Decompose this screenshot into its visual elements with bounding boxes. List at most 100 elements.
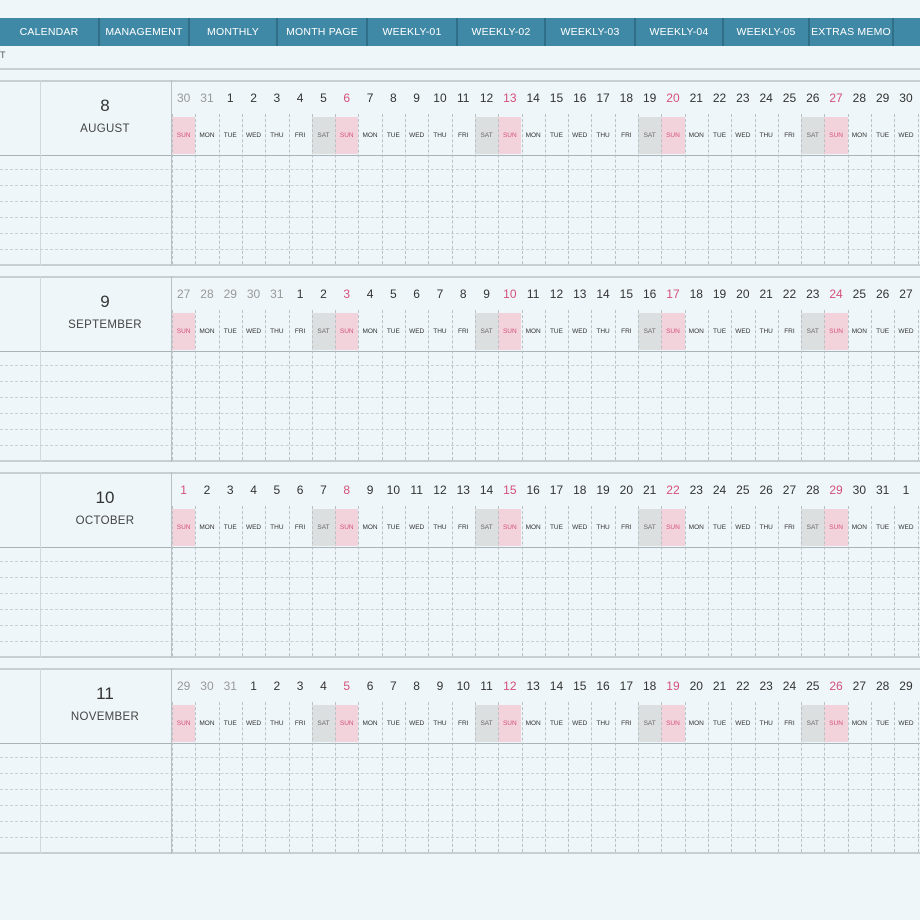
day-column[interactable]: 17 THU	[591, 80, 614, 266]
day-column[interactable]: 31 THU	[265, 276, 288, 462]
day-column[interactable]: 13 WED	[568, 276, 591, 462]
day-column[interactable]: 15 TUE	[544, 80, 568, 266]
day-column[interactable]: 15 WED	[568, 668, 591, 854]
day-column[interactable]: 9 WED	[405, 80, 428, 266]
day-column[interactable]: 26 SAT	[801, 80, 825, 266]
day-column[interactable]: 5 SUN	[335, 668, 359, 854]
day-column[interactable]: 9 MON	[358, 472, 381, 658]
tab-month-page[interactable]: MONTH PAGE	[278, 18, 368, 46]
day-column[interactable]: 13 FRI	[451, 472, 475, 658]
day-column[interactable]: 4 SAT	[311, 668, 336, 854]
day-column[interactable]: 28 MON	[847, 80, 871, 266]
day-column[interactable]: 27 FRI	[777, 472, 801, 658]
day-column[interactable]: 18 WED	[568, 472, 591, 658]
day-column[interactable]: 30 WED	[894, 80, 917, 266]
day-column[interactable]: 29 SUN	[824, 472, 848, 658]
day-column[interactable]: 24 THU	[754, 80, 778, 266]
day-column[interactable]: 10 FRI	[451, 668, 475, 854]
day-column[interactable]: 22 WED	[731, 668, 754, 854]
day-column[interactable]: 2 THU	[265, 668, 288, 854]
day-column[interactable]: 19 SAT	[638, 80, 662, 266]
day-column[interactable]: 3 SUN	[335, 276, 359, 462]
day-column[interactable]: 9 SAT	[474, 276, 499, 462]
day-column[interactable]: 2 MON	[195, 472, 218, 658]
day-column[interactable]: 5 THU	[265, 472, 288, 658]
day-column[interactable]: 30 SUN	[172, 80, 196, 266]
day-column[interactable]: 23 THU	[754, 668, 778, 854]
day-column[interactable]: 12 TUE	[544, 276, 568, 462]
day-column[interactable]: 6 MON	[358, 668, 381, 854]
day-column[interactable]: 27 SUN	[824, 80, 848, 266]
day-column[interactable]: 7 THU	[428, 276, 451, 462]
day-column[interactable]: 23 MON	[684, 472, 708, 658]
day-column[interactable]: 16 SAT	[638, 276, 662, 462]
day-column[interactable]: 19 THU	[591, 472, 614, 658]
day-column[interactable]: 26 TUE	[871, 276, 894, 462]
tab-extra[interactable]	[894, 18, 920, 46]
day-column[interactable]: 27 WED	[894, 276, 917, 462]
tab-calendar[interactable]: CALENDAR	[0, 18, 100, 46]
day-column[interactable]: 6 SUN	[335, 80, 359, 266]
day-column[interactable]: 28 TUE	[871, 668, 894, 854]
day-column[interactable]: 9 THU	[428, 668, 451, 854]
day-column[interactable]: 1 SUN	[172, 472, 196, 658]
day-column[interactable]: 24 TUE	[707, 472, 731, 658]
day-column[interactable]: 10 TUE	[381, 472, 405, 658]
day-column[interactable]: 27 SUN	[172, 276, 196, 462]
day-column[interactable]: 15 SUN	[498, 472, 522, 658]
day-column[interactable]: 20 FRI	[614, 472, 638, 658]
day-column[interactable]: 12 SUN	[498, 668, 522, 854]
day-column[interactable]: 4 FRI	[288, 80, 312, 266]
day-column[interactable]: 28 MON	[195, 276, 218, 462]
day-column[interactable]: 6 FRI	[288, 472, 312, 658]
day-column[interactable]: 27 MON	[847, 668, 871, 854]
day-column[interactable]: 13 MON	[521, 668, 545, 854]
day-column[interactable]: 3 THU	[265, 80, 288, 266]
day-column[interactable]: 30 MON	[195, 668, 218, 854]
day-column[interactable]: 22 SUN	[661, 472, 685, 658]
day-column[interactable]: 29 TUE	[218, 276, 242, 462]
day-column[interactable]: 24 FRI	[777, 668, 801, 854]
day-column[interactable]: 18 MON	[684, 276, 708, 462]
day-column[interactable]: 2 SAT	[311, 276, 336, 462]
tab-weekly-01[interactable]: WEEKLY-01	[368, 18, 458, 46]
tab-weekly-05[interactable]: WEEKLY-05	[724, 18, 810, 46]
day-column[interactable]: 26 SUN	[824, 668, 848, 854]
day-column[interactable]: 7 TUE	[381, 668, 405, 854]
day-column[interactable]: 11 SAT	[474, 668, 499, 854]
day-column[interactable]: 8 WED	[405, 668, 428, 854]
day-column[interactable]: 15 FRI	[614, 276, 638, 462]
day-column[interactable]: 25 MON	[847, 276, 871, 462]
day-column[interactable]: 19 TUE	[707, 276, 731, 462]
day-column[interactable]: 2 WED	[241, 80, 265, 266]
day-column[interactable]: 14 TUE	[544, 668, 568, 854]
day-column[interactable]: 4 WED	[241, 472, 265, 658]
day-column[interactable]: 29 TUE	[871, 80, 894, 266]
day-column[interactable]: 12 THU	[428, 472, 451, 658]
tab-monthly[interactable]: MONTHLY	[190, 18, 278, 46]
day-column[interactable]: 1 WED	[894, 472, 917, 658]
day-column[interactable]: 21 MON	[684, 80, 708, 266]
day-column[interactable]: 30 MON	[847, 472, 871, 658]
day-column[interactable]: 14 THU	[591, 276, 614, 462]
day-column[interactable]: 26 THU	[754, 472, 778, 658]
day-column[interactable]: 25 FRI	[777, 80, 801, 266]
day-column[interactable]: 14 MON	[521, 80, 545, 266]
day-column[interactable]: 5 TUE	[381, 276, 405, 462]
day-column[interactable]: 31 TUE	[871, 472, 894, 658]
day-column[interactable]: 6 WED	[405, 276, 428, 462]
day-column[interactable]: 8 SUN	[335, 472, 359, 658]
day-column[interactable]: 29 WED	[894, 668, 917, 854]
day-column[interactable]: 23 SAT	[801, 276, 825, 462]
day-column[interactable]: 7 MON	[358, 80, 381, 266]
day-column[interactable]: 8 FRI	[451, 276, 475, 462]
day-column[interactable]: 31 MON	[195, 80, 218, 266]
day-column[interactable]: 14 SAT	[474, 472, 499, 658]
day-column[interactable]: 8 TUE	[381, 80, 405, 266]
day-column[interactable]: 1 WED	[241, 668, 265, 854]
day-column[interactable]: 30 WED	[241, 276, 265, 462]
day-column[interactable]: 1 FRI	[288, 276, 312, 462]
day-column[interactable]: 20 MON	[684, 668, 708, 854]
day-column[interactable]: 5 SAT	[311, 80, 336, 266]
day-column[interactable]: 22 FRI	[777, 276, 801, 462]
